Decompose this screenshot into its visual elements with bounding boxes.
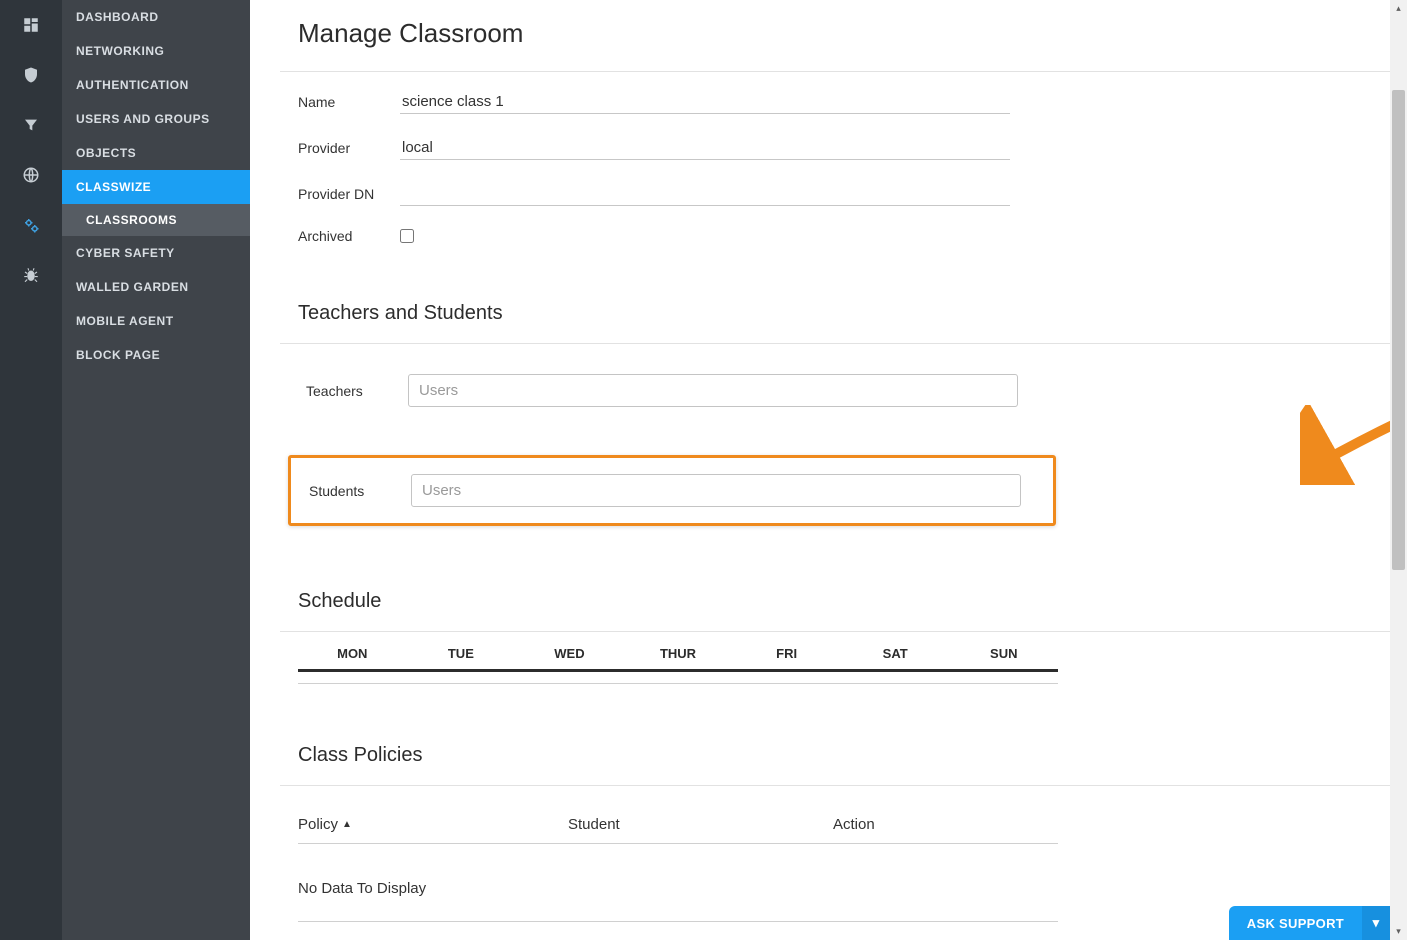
- row-name: Name: [298, 90, 1360, 114]
- teachers-students-block: Teachers Students: [280, 344, 1360, 564]
- schedule-block: MON TUE WED THUR FRI SAT SUN: [280, 640, 1360, 684]
- input-providerdn[interactable]: [400, 182, 1010, 206]
- policies-block: Policy ▲ Student Action No Data To Displ…: [280, 786, 1360, 922]
- page-title: Manage Classroom: [280, 0, 1360, 71]
- rail-shield[interactable]: [0, 50, 62, 100]
- sidebar-sub-classrooms[interactable]: CLASSROOMS: [62, 204, 250, 236]
- chevron-down-icon: ▾: [1373, 915, 1380, 931]
- col-action[interactable]: Action: [833, 816, 1033, 833]
- vertical-scrollbar[interactable]: ▴ ▾: [1390, 0, 1407, 940]
- input-name[interactable]: [400, 90, 1010, 114]
- rail-filter[interactable]: [0, 100, 62, 150]
- label-archived: Archived: [298, 228, 400, 244]
- col-student[interactable]: Student: [568, 816, 833, 833]
- day-fri[interactable]: FRI: [732, 640, 841, 669]
- schedule-body: [298, 672, 1058, 684]
- day-mon[interactable]: MON: [298, 640, 407, 669]
- sidebar-item-classwize[interactable]: CLASSWIZE: [62, 170, 250, 204]
- sidebar-item-block-page[interactable]: BLOCK PAGE: [62, 338, 250, 372]
- input-teachers[interactable]: [408, 374, 1018, 407]
- rail-bug[interactable]: [0, 250, 62, 300]
- input-provider[interactable]: [400, 136, 1010, 160]
- sidebar-item-authentication[interactable]: AUTHENTICATION: [62, 68, 250, 102]
- row-providerdn: Provider DN: [298, 182, 1360, 206]
- globe-icon: [22, 166, 40, 184]
- label-provider: Provider: [298, 140, 400, 156]
- input-students[interactable]: [411, 474, 1021, 507]
- day-wed[interactable]: WED: [515, 640, 624, 669]
- section-policies: Class Policies: [280, 684, 1360, 785]
- sidebar-item-cyber-safety[interactable]: CYBER SAFETY: [62, 236, 250, 270]
- policies-header: Policy ▲ Student Action: [298, 786, 1058, 844]
- scroll-down-icon[interactable]: ▾: [1390, 923, 1407, 940]
- day-tue[interactable]: TUE: [407, 640, 516, 669]
- row-provider: Provider: [298, 136, 1360, 160]
- policies-empty: No Data To Display: [298, 844, 1360, 921]
- content-scroll[interactable]: Manage Classroom Name Provider Provider …: [250, 0, 1390, 940]
- sidebar-item-dashboard[interactable]: DASHBOARD: [62, 0, 250, 34]
- rail-globe[interactable]: [0, 150, 62, 200]
- gears-icon: [22, 216, 40, 234]
- bug-icon: [22, 266, 40, 284]
- sort-asc-icon: ▲: [342, 819, 352, 830]
- section-schedule: Schedule: [280, 564, 1360, 631]
- sidebar-item-walled-garden[interactable]: WALLED GARDEN: [62, 270, 250, 304]
- content-wrap: Manage Classroom Name Provider Provider …: [250, 0, 1407, 940]
- dashboard-icon: [22, 16, 40, 34]
- sidebar-item-networking[interactable]: NETWORKING: [62, 34, 250, 68]
- section-teachers-students: Teachers and Students: [280, 276, 1360, 343]
- scroll-thumb[interactable]: [1392, 90, 1405, 570]
- shield-icon: [22, 66, 40, 84]
- day-sun[interactable]: SUN: [949, 640, 1058, 669]
- filter-icon: [23, 117, 39, 133]
- sidebar-item-objects[interactable]: OBJECTS: [62, 136, 250, 170]
- col-policy[interactable]: Policy ▲: [298, 816, 568, 833]
- label-teachers: Teachers: [306, 383, 408, 399]
- scroll-up-icon[interactable]: ▴: [1390, 0, 1407, 17]
- ask-support: ASK SUPPORT ▾: [1229, 906, 1390, 940]
- rail-dashboard[interactable]: [0, 0, 62, 50]
- divider: [298, 921, 1058, 922]
- icon-rail: [0, 0, 62, 940]
- rail-gears[interactable]: [0, 200, 62, 250]
- sidebar-item-users-groups[interactable]: USERS AND GROUPS: [62, 102, 250, 136]
- schedule-header: MON TUE WED THUR FRI SAT SUN: [298, 640, 1058, 672]
- row-students: Students: [288, 455, 1056, 526]
- sidebar-item-mobile-agent[interactable]: MOBILE AGENT: [62, 304, 250, 338]
- row-teachers: Teachers: [298, 358, 1360, 423]
- ask-support-dropdown[interactable]: ▾: [1362, 906, 1390, 940]
- day-sat[interactable]: SAT: [841, 640, 950, 669]
- col-policy-label: Policy: [298, 816, 338, 833]
- label-name: Name: [298, 94, 400, 110]
- sidebar: DASHBOARD NETWORKING AUTHENTICATION USER…: [62, 0, 250, 940]
- row-archived: Archived: [298, 228, 1360, 244]
- ask-support-button[interactable]: ASK SUPPORT: [1229, 906, 1362, 940]
- label-providerdn: Provider DN: [298, 186, 400, 202]
- divider: [280, 631, 1390, 632]
- label-students: Students: [309, 483, 411, 499]
- checkbox-archived[interactable]: [400, 229, 414, 243]
- day-thur[interactable]: THUR: [624, 640, 733, 669]
- classroom-form: Name Provider Provider DN Archived: [280, 72, 1360, 276]
